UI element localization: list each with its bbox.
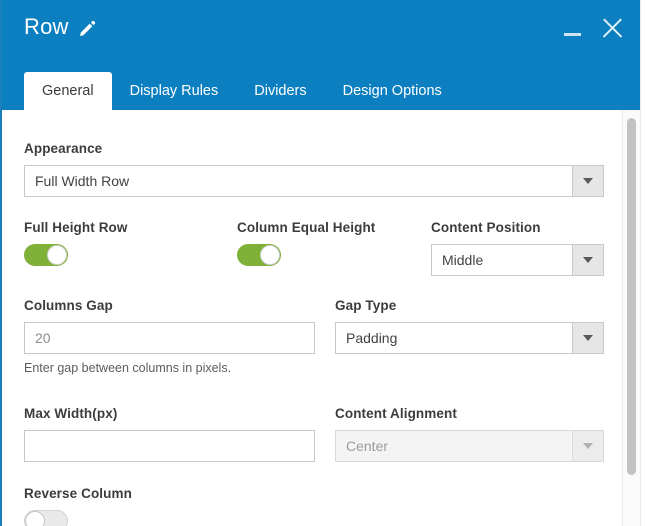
reverse-column-toggle[interactable] (24, 510, 68, 526)
field-column-equal-height: Column Equal Height (237, 220, 427, 266)
content-position-label: Content Position (431, 220, 541, 235)
gap-type-label: Gap Type (335, 298, 397, 313)
columns-gap-help: Enter gap between columns in pixels. (24, 361, 232, 375)
full-height-row-toggle[interactable] (24, 244, 68, 266)
chevron-down-icon (572, 245, 603, 275)
field-full-height-row: Full Height Row (24, 220, 214, 266)
max-width-input[interactable] (24, 430, 315, 462)
content-position-select[interactable]: Middle (431, 244, 604, 276)
column-equal-height-label: Column Equal Height (237, 220, 376, 235)
content-alignment-label: Content Alignment (335, 406, 457, 421)
field-columns-gap: Columns Gap Enter gap between columns in… (24, 298, 315, 375)
gap-type-select[interactable]: Padding (335, 322, 604, 354)
column-equal-height-toggle[interactable] (237, 244, 281, 266)
tab-display-rules[interactable]: Display Rules (112, 72, 237, 110)
gap-type-value: Padding (346, 330, 398, 346)
tab-bar: General Display Rules Dividers Design Op… (24, 72, 460, 110)
chevron-down-icon (572, 166, 603, 196)
modal-title-group: Row (24, 14, 97, 40)
field-max-width: Max Width(px) (24, 406, 315, 462)
tab-design-options[interactable]: Design Options (325, 72, 460, 110)
chevron-down-icon (572, 323, 603, 353)
columns-gap-label: Columns Gap (24, 298, 113, 313)
close-icon[interactable] (598, 14, 626, 42)
tab-general[interactable]: General (24, 72, 112, 110)
modal-header: Row General Display Rules Dividers Desig… (2, 0, 640, 110)
modal-body: Appearance Full Width Row Full Height Ro… (2, 110, 652, 526)
max-width-label: Max Width(px) (24, 406, 118, 421)
field-content-position: Content Position Middle (431, 220, 604, 276)
appearance-label: Appearance (24, 141, 103, 156)
field-gap-type: Gap Type Padding (335, 298, 604, 354)
content-position-value: Middle (442, 252, 484, 268)
full-height-row-label: Full Height Row (24, 220, 128, 235)
content-alignment-value: Center (346, 438, 389, 454)
columns-gap-input[interactable] (24, 322, 315, 354)
row-settings-modal: Row General Display Rules Dividers Desig… (0, 0, 652, 526)
panel-scrollbar-track[interactable] (622, 110, 641, 526)
appearance-select[interactable]: Full Width Row (24, 165, 604, 197)
window-scrollbar-track[interactable] (640, 0, 652, 526)
appearance-value: Full Width Row (35, 173, 130, 189)
tab-dividers[interactable]: Dividers (236, 72, 324, 110)
field-appearance: Appearance Full Width Row (24, 141, 604, 197)
content-alignment-select: Center (335, 430, 604, 462)
field-reverse-column: Reverse Column (24, 486, 214, 526)
chevron-down-icon (572, 431, 603, 461)
reverse-column-label: Reverse Column (24, 486, 132, 501)
field-content-alignment: Content Alignment Center (335, 406, 604, 462)
pencil-icon[interactable] (78, 16, 97, 38)
minimize-button[interactable] (562, 15, 584, 41)
page-title: Row (24, 14, 69, 39)
window-controls (562, 14, 626, 42)
general-tab-panel: Appearance Full Width Row Full Height Ro… (2, 110, 622, 526)
panel-scrollbar-thumb[interactable] (627, 118, 636, 475)
